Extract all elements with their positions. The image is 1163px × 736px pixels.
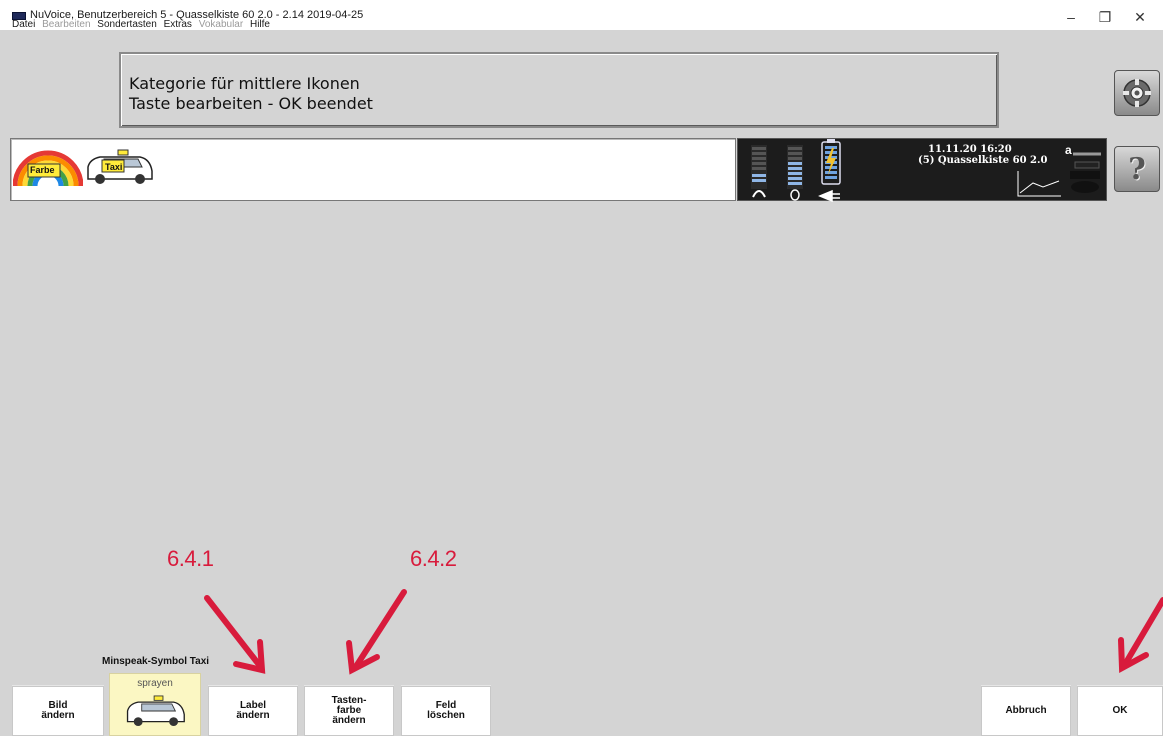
- abbruch-label: Abbruch: [1005, 705, 1047, 716]
- menu-bar: Datei Bearbeiten Sondertasten Extras Vok…: [12, 19, 274, 30]
- prediction-graph-icon: [1017, 152, 1101, 197]
- title-bar: NuVoice, Benutzerbereich 5 - Quasselkist…: [0, 0, 1163, 30]
- menu-vokabular: Vokabular: [198, 19, 244, 30]
- info-message-box: Kategorie für mittlere Ikonen Taste bear…: [119, 52, 999, 128]
- battery-icon: [821, 139, 841, 185]
- ok-button[interactable]: OK: [1077, 686, 1163, 736]
- headphone-volume-meter: [751, 145, 767, 189]
- menu-extras[interactable]: Extras: [164, 19, 192, 30]
- menu-bearbeiten: Bearbeiten: [42, 19, 91, 30]
- menu-sondertasten[interactable]: Sondertasten: [97, 19, 157, 30]
- preview-label: sprayen: [137, 678, 173, 689]
- plug-icon: [818, 189, 840, 202]
- farbe-label: Farbe: [30, 165, 55, 175]
- headphone-icon: [752, 190, 766, 198]
- symbol-name: Minspeak-Symbol Taxi: [102, 656, 210, 667]
- sentence-bar[interactable]: Farbe Taxi: [10, 138, 736, 201]
- info-line-instruction: Taste bearbeiten - OK beendet: [129, 94, 373, 113]
- feld-loeschen-label: Feld löschen: [427, 700, 465, 721]
- taxi-label: Taxi: [105, 162, 123, 172]
- arrow-to-ok-button: [1121, 597, 1163, 669]
- speaker-volume-meter: [787, 145, 803, 189]
- label-aendern-button[interactable]: Label ändern: [208, 686, 298, 736]
- bild-aendern-button[interactable]: Bild ändern: [12, 686, 104, 736]
- tastenfarbe-aendern-button[interactable]: Tasten- farbe ändern: [304, 686, 394, 736]
- speaker-icon: [790, 189, 800, 201]
- menu-datei[interactable]: Datei: [12, 19, 35, 30]
- status-datetime: 11.11.20 16:20: [928, 144, 1012, 155]
- arrow-to-tastenfarbe-button: [352, 589, 407, 671]
- level-meters: [751, 139, 841, 202]
- abbruch-button[interactable]: Abbruch: [981, 686, 1071, 736]
- taxi-icon: [126, 695, 185, 727]
- settings-button[interactable]: [1114, 70, 1160, 116]
- symbol-preview-key[interactable]: sprayen: [109, 673, 201, 736]
- close-button[interactable]: ✕: [1125, 6, 1155, 28]
- feld-loeschen-button[interactable]: Feld löschen: [401, 686, 491, 736]
- arrow-to-label-button: [204, 595, 263, 669]
- annotation-6-4-2: 6.4.2: [410, 546, 457, 571]
- taxi-icon[interactable]: Taxi: [84, 149, 154, 190]
- minimize-button[interactable]: –: [1056, 6, 1086, 28]
- menu-hilfe[interactable]: Hilfe: [250, 19, 270, 30]
- farbe-rainbow-icon[interactable]: Farbe: [12, 150, 84, 191]
- status-panel: 11.11.20 16:20 (5) Quasselkiste 60 2.0 a: [737, 138, 1107, 202]
- info-line-category: Kategorie für mittlere Ikonen: [129, 74, 360, 93]
- bild-aendern-label: Bild ändern: [41, 700, 75, 721]
- help-button[interactable]: ?: [1114, 146, 1160, 192]
- restore-button[interactable]: ❐: [1090, 6, 1120, 28]
- label-aendern-label: Label ändern: [236, 700, 270, 721]
- annotation-6-4-1: 6.4.1: [167, 546, 214, 571]
- tastenfarbe-aendern-label: Tasten- farbe ändern: [331, 695, 367, 726]
- ok-label: OK: [1112, 705, 1128, 716]
- gear-icon: [1123, 79, 1151, 107]
